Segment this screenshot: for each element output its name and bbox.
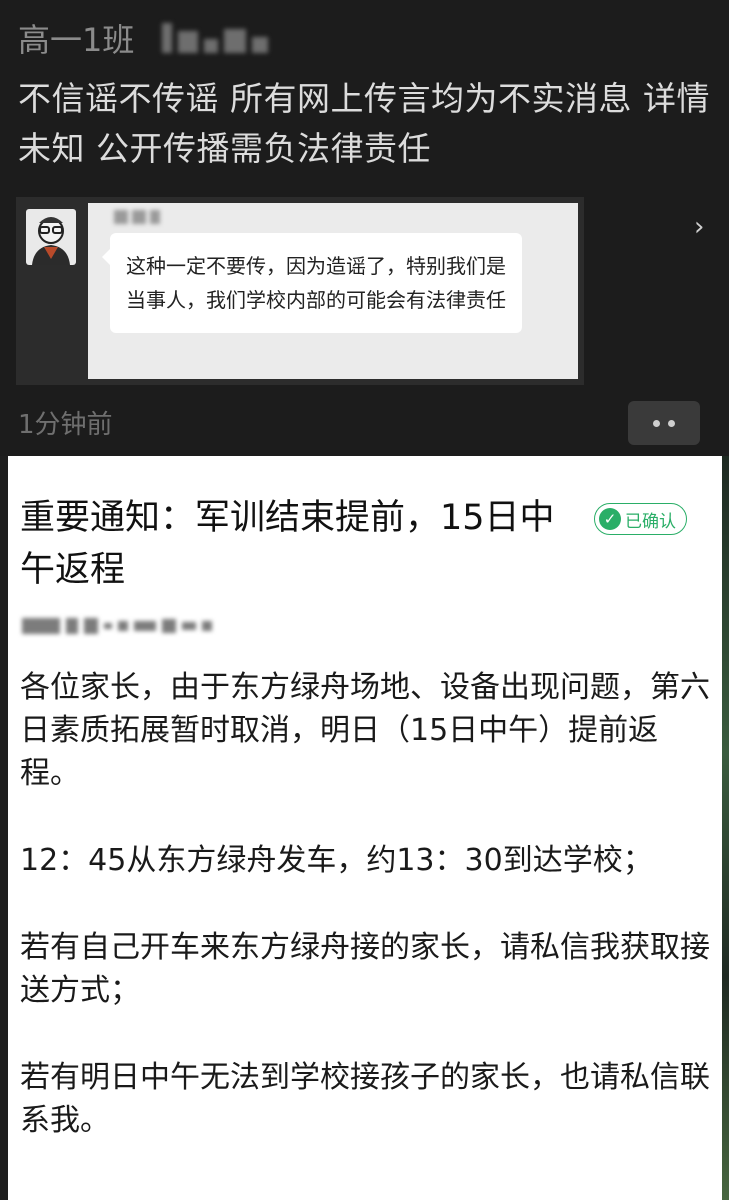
notice-paragraph: 若有明日中午无法到学校接孩子的家长，也请私信联系我。 — [20, 1060, 710, 1138]
shared-chat-card[interactable]: 这种一定不要传，因为造谣了，特别我们是当事人，我们学校内部的可能会有法律责任 — [16, 197, 584, 385]
notice-title: 重要通知：军训结束提前，15日中午返程 — [20, 498, 555, 590]
confirmed-label: 已确认 — [625, 511, 676, 532]
moments-post: 高一1班 不信谣不传谣 所有网上传言均为不实消息 详情未知 公开传播需负法律责任 — [0, 0, 729, 456]
class-name[interactable]: 高一1班 — [18, 15, 134, 61]
chevron-right-icon[interactable]: › — [694, 212, 704, 242]
confirmed-badge: ✓ 已确认 — [594, 503, 687, 535]
blurred-sender-info — [22, 618, 212, 634]
notice-paragraph: 12：45从东方绿舟发车，约13：30到达学校； — [20, 843, 653, 878]
more-dots-icon[interactable] — [628, 401, 700, 445]
notice-card: 重要通知：军训结束提前，15日中午返程 ✓ 已确认 各位家长，由于东方绿舟场地、… — [8, 456, 722, 1200]
right-border — [722, 456, 729, 1200]
notice-paragraph: 若有自己开车来东方绿舟接的家长，请私信我获取接送方式； — [20, 930, 710, 1008]
chat-bubble: 这种一定不要传，因为造谣了，特别我们是当事人，我们学校内部的可能会有法律责任 — [102, 233, 522, 333]
check-circle-icon: ✓ — [599, 508, 621, 530]
notice-paragraph: 各位家长，由于东方绿舟场地、设备出现问题，第六日素质拓展暂时取消，明日（15日中… — [20, 670, 710, 791]
blurred-author-name — [162, 23, 269, 53]
left-border — [0, 456, 8, 1200]
avatar-cartoon-icon — [26, 209, 76, 265]
post-time: 1分钟前 — [18, 410, 113, 440]
post-text: 不信谣不传谣 所有网上传言均为不实消息 详情未知 公开传播需负法律责任 — [18, 79, 710, 168]
blurred-chat-name — [114, 210, 160, 224]
notice-body: 各位家长，由于东方绿舟场地、设备出现问题，第六日素质拓展暂时取消，明日（15日中… — [20, 666, 710, 1186]
post-header: 高一1班 — [18, 15, 269, 61]
